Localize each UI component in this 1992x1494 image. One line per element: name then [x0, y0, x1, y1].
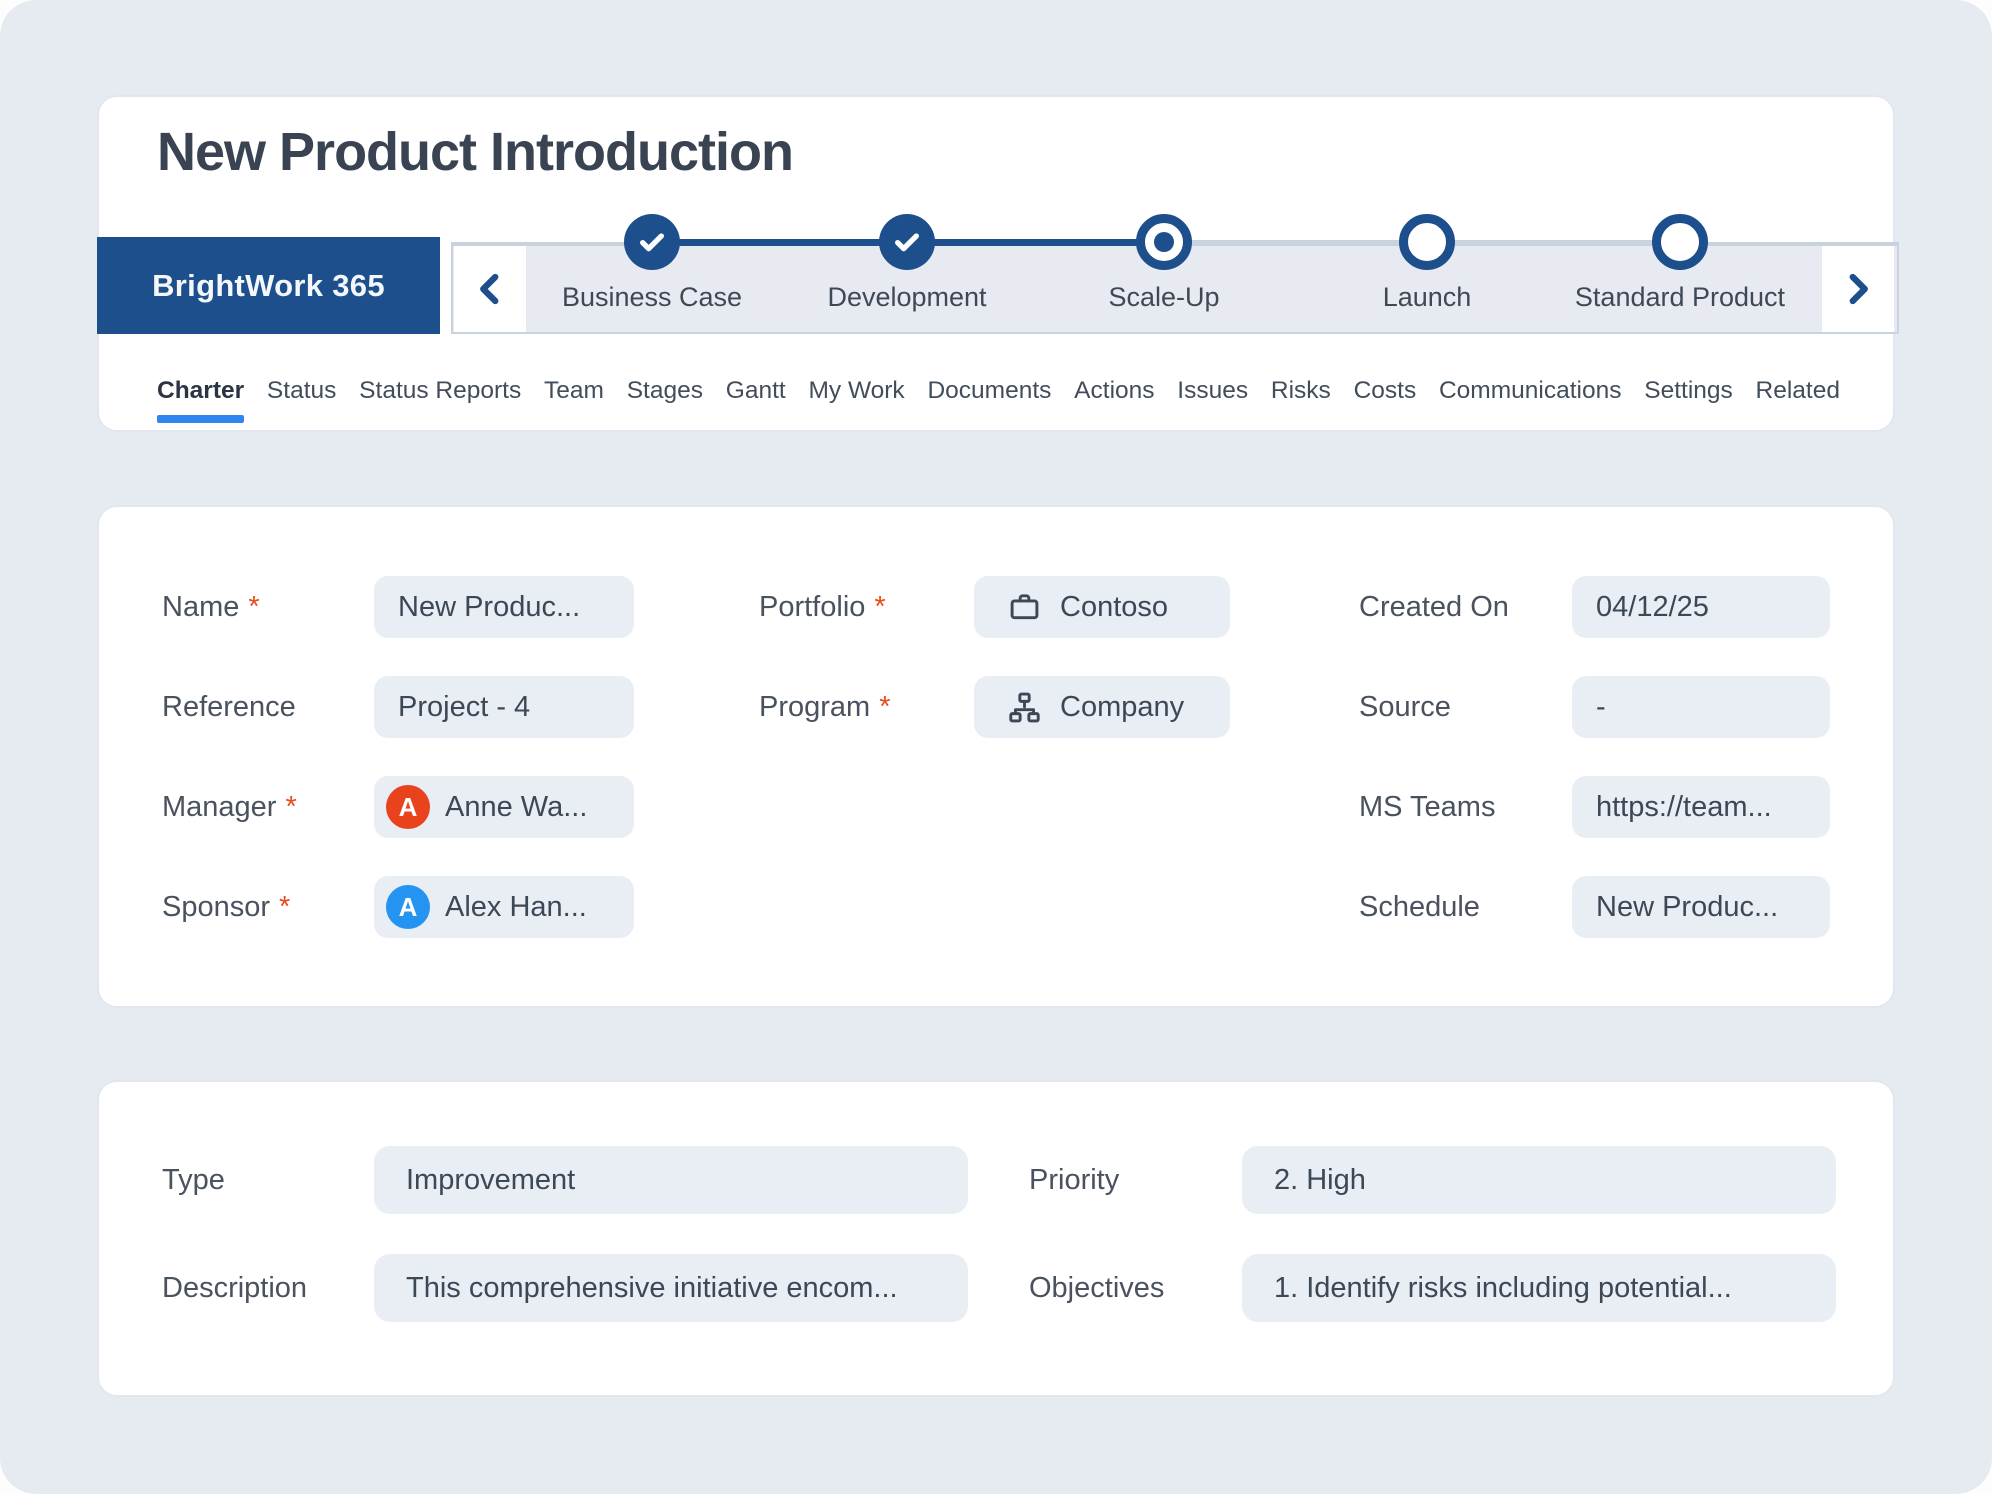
sponsor-field[interactable]: A Alex Han... — [374, 876, 634, 938]
ms-teams-label: MS Teams — [1359, 790, 1496, 823]
tab-actions[interactable]: Actions — [1074, 367, 1154, 405]
program-label: Program * — [759, 690, 891, 723]
brand-label: BrightWork 365 — [152, 267, 385, 303]
brand-badge: BrightWork 365 — [97, 237, 440, 334]
manager-label: Manager * — [162, 790, 297, 823]
source-label: Source — [1359, 690, 1451, 723]
tab-settings[interactable]: Settings — [1644, 367, 1733, 405]
stage-prev-button[interactable] — [454, 246, 526, 332]
stage-label: Development — [827, 282, 987, 312]
objectives-label: Objectives — [1029, 1271, 1165, 1304]
description-label: Description — [162, 1271, 308, 1304]
source-field[interactable]: - — [1572, 676, 1830, 738]
tab-charter[interactable]: Charter — [157, 367, 244, 423]
tab-status[interactable]: Status — [267, 367, 336, 405]
tab-bar: Charter Status Status Reports Team Stage… — [157, 367, 1840, 423]
name-label: Name * — [162, 590, 260, 623]
page-title: New Product Introduction — [157, 122, 794, 182]
created-on-field[interactable]: 04/12/25 — [1572, 576, 1830, 638]
type-field[interactable]: Improvement — [374, 1146, 968, 1214]
tab-communications[interactable]: Communications — [1439, 367, 1621, 405]
tab-gantt[interactable]: Gantt — [726, 367, 786, 405]
tab-status-reports[interactable]: Status Reports — [359, 367, 521, 405]
tab-related[interactable]: Related — [1756, 367, 1840, 405]
reference-label: Reference — [162, 690, 296, 723]
stage-launch[interactable] — [1399, 214, 1455, 270]
charter-form-card: Name * New Produc... Reference Project - … — [97, 505, 1895, 1008]
tab-my-work[interactable]: My Work — [809, 367, 905, 405]
tab-issues[interactable]: Issues — [1177, 367, 1248, 405]
stage-standard-product[interactable] — [1652, 214, 1708, 270]
required-asterisk: * — [248, 590, 260, 623]
priority-field[interactable]: 2. High — [1242, 1146, 1836, 1214]
program-field[interactable]: Company — [974, 676, 1230, 738]
stage-scale-up[interactable] — [1136, 214, 1192, 270]
tab-stages[interactable]: Stages — [627, 367, 703, 405]
stage-business-case[interactable] — [624, 214, 680, 270]
created-on-label: Created On — [1359, 590, 1509, 623]
check-icon — [640, 233, 664, 252]
name-field[interactable]: New Produc... — [374, 576, 634, 638]
tab-costs[interactable]: Costs — [1354, 367, 1417, 405]
tab-documents[interactable]: Documents — [927, 367, 1051, 405]
schedule-field[interactable]: New Produc... — [1572, 876, 1830, 938]
schedule-label: Schedule — [1359, 890, 1480, 923]
manager-field[interactable]: A Anne Wa... — [374, 776, 634, 838]
chevron-right-icon — [1849, 273, 1868, 305]
priority-label: Priority — [1029, 1163, 1120, 1196]
stage-label: Launch — [1382, 282, 1472, 312]
chevron-left-icon — [480, 273, 499, 305]
current-stage-dot — [1154, 232, 1174, 252]
sponsor-label: Sponsor * — [162, 890, 291, 923]
objectives-field[interactable]: 1. Identify risks including potential... — [1242, 1254, 1836, 1322]
stage-label: Standard Product — [1574, 282, 1786, 312]
portfolio-field[interactable]: Contoso — [974, 576, 1230, 638]
stage-label: Scale-Up — [1108, 282, 1220, 312]
required-asterisk: * — [285, 790, 297, 823]
app-background: New Product Introduction BrightWork 365 … — [0, 0, 1992, 1494]
required-asterisk: * — [874, 590, 886, 623]
briefcase-icon — [1010, 593, 1039, 619]
check-icon — [895, 233, 919, 252]
description-field[interactable]: This comprehensive initiative encom... — [374, 1254, 968, 1322]
portfolio-label: Portfolio * — [759, 590, 886, 623]
type-label: Type — [162, 1163, 225, 1196]
reference-field[interactable]: Project - 4 — [374, 676, 634, 738]
stage-label: Business Case — [561, 282, 743, 312]
tab-risks[interactable]: Risks — [1271, 367, 1331, 405]
ms-teams-field[interactable]: https://team... — [1572, 776, 1830, 838]
required-asterisk: * — [279, 890, 291, 923]
details-form-card: Type Improvement Description This compre… — [97, 1080, 1895, 1397]
org-chart-icon — [1009, 692, 1040, 722]
stage-next-button[interactable] — [1822, 246, 1894, 332]
tab-team[interactable]: Team — [544, 367, 604, 405]
sponsor-avatar: A — [386, 885, 430, 929]
required-asterisk: * — [879, 690, 891, 723]
project-header-card: New Product Introduction BrightWork 365 … — [97, 95, 1899, 432]
manager-avatar: A — [386, 785, 430, 829]
stage-development[interactable] — [879, 214, 935, 270]
